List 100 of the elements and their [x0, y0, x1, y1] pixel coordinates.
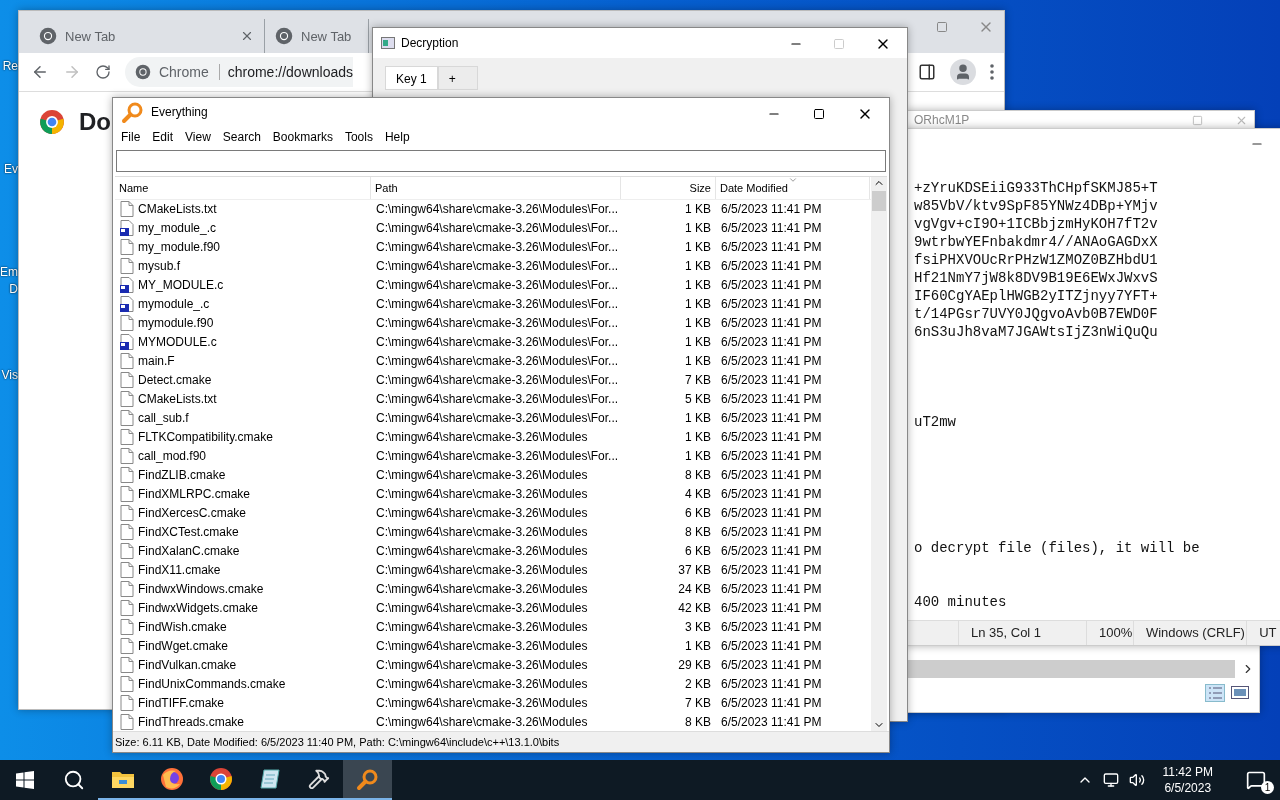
side-panel-icon	[918, 63, 936, 81]
address-bar[interactable]: Chrome chrome://downloads	[125, 57, 353, 87]
column-header[interactable]: Size	[621, 177, 716, 199]
file-name[interactable]: FindXercesC.cmake	[115, 505, 371, 521]
menu-item[interactable]: Bookmarks	[266, 130, 339, 144]
profile-icon[interactable]	[950, 59, 976, 85]
file-name[interactable]: FindXCTest.cmake	[115, 523, 371, 540]
file-name[interactable]: FindThreads.cmake	[115, 713, 371, 730]
file-name[interactable]: FindX11.cmake	[115, 561, 371, 578]
document-icon	[120, 523, 134, 540]
file-name[interactable]: CMakeLists.txt	[115, 201, 371, 218]
desktop-icon-label[interactable]: Vis	[1, 367, 18, 384]
date-modified: 6/5/2023 11:41 PM	[720, 411, 823, 426]
text-line: 400 minutes	[914, 593, 1008, 611]
date-modified: 6/5/2023 11:41 PM	[720, 430, 823, 445]
tab[interactable]: Key 1	[385, 66, 438, 90]
file-size: 8 KB	[684, 714, 712, 729]
file-path: C:\mingw64\share\cmake-3.26\Modules\For...	[375, 392, 620, 407]
file-name[interactable]: CMakeLists.txt	[115, 391, 371, 408]
file-size: 42 KB	[677, 600, 712, 615]
file-name[interactable]: FindTIFF.cmake	[115, 694, 371, 711]
date-modified: 6/5/2023 11:41 PM	[720, 657, 823, 672]
file-name[interactable]: mysub.f	[115, 258, 371, 275]
file-name[interactable]: main.F	[115, 353, 371, 370]
file-name[interactable]: call_sub.f	[115, 410, 371, 427]
menu-item[interactable]: Edit	[146, 130, 180, 144]
file-name[interactable]: FindwxWidgets.cmake	[115, 599, 371, 616]
text-line: 9wtrbwYEFnbakdmr4//ANAoGAGDxX	[914, 233, 1159, 251]
file-name[interactable]: mymodule.f90	[115, 315, 371, 332]
file-name[interactable]: FindXalanC.cmake	[115, 542, 371, 559]
menu-item[interactable]: File	[115, 130, 147, 144]
forward-icon	[63, 63, 81, 81]
search-field[interactable]	[116, 150, 886, 172]
date-modified: 6/5/2023 11:41 PM	[720, 600, 823, 615]
file-name[interactable]: Detect.cmake	[115, 372, 371, 389]
hammer-icon	[307, 768, 330, 790]
file-size: 1 KB	[684, 430, 712, 445]
sort-icon	[788, 177, 798, 185]
file-name[interactable]: call_mod.f90	[115, 448, 371, 465]
clock[interactable]: 11:42 PM 6/5/2023	[1154, 764, 1221, 796]
file-size: 3 KB	[684, 619, 712, 634]
menu-icon[interactable]	[990, 64, 994, 80]
file-path: C:\mingw64\share\cmake-3.26\Modules	[375, 619, 589, 634]
status-text: 100%	[1085, 621, 1133, 645]
file-name[interactable]: FindVulkan.cmake	[115, 656, 371, 673]
chrome-logo-icon	[39, 27, 57, 45]
chrome-logo-icon	[208, 767, 233, 791]
date-modified: 6/5/2023 11:41 PM	[720, 714, 823, 729]
document-icon	[120, 467, 134, 484]
file-name[interactable]: my_module.f90	[115, 239, 371, 256]
file-size: 1 KB	[684, 202, 712, 217]
file-path: C:\mingw64\share\cmake-3.26\Modules	[375, 562, 589, 577]
document-icon	[120, 315, 134, 332]
file-name[interactable]: FindZLIB.cmake	[115, 467, 371, 484]
file-name[interactable]: mymodule_.c	[115, 296, 371, 313]
document-icon	[120, 372, 134, 389]
file-path: C:\mingw64\share\cmake-3.26\Modules\For...	[375, 297, 620, 312]
file-size: 5 KB	[684, 392, 712, 407]
source-file-icon	[120, 220, 134, 237]
column-header[interactable]: Date Modified	[716, 177, 870, 199]
date-modified: 6/5/2023 11:41 PM	[720, 581, 823, 596]
file-name[interactable]: FindWget.cmake	[115, 637, 371, 654]
file-name[interactable]: MYMODULE.c	[115, 334, 371, 351]
scrollbar-thumb[interactable]	[872, 191, 886, 211]
file-name[interactable]: FindWish.cmake	[115, 618, 371, 635]
file-size: 29 KB	[677, 657, 712, 672]
window-title: ORhcM1P	[914, 113, 970, 127]
file-name[interactable]: FLTKCompatibility.cmake	[115, 429, 371, 446]
text-line: fsiPHXVOUcRrPHzW1ZMOZ0BZHbdU1	[914, 251, 1159, 269]
file-path: C:\mingw64\share\cmake-3.26\Modules	[375, 714, 589, 729]
file-path: C:\mingw64\share\cmake-3.26\Modules\For...	[375, 316, 620, 331]
column-header[interactable]: Name	[115, 177, 371, 199]
vertical-scrollbar[interactable]	[871, 177, 887, 731]
column-header[interactable]: Path	[371, 177, 621, 199]
file-name[interactable]: MY_MODULE.c	[115, 277, 371, 294]
magnifier-icon	[355, 767, 380, 791]
text-line: w85VbV/ktv9SpF85YNWz4DBp+YMjv	[914, 197, 1159, 215]
document-icon	[120, 561, 134, 578]
file-size: 1 KB	[684, 335, 712, 350]
notification-button[interactable]: 1	[1231, 760, 1280, 800]
document-icon	[120, 448, 134, 465]
file-name[interactable]: FindUnixCommands.cmake	[115, 675, 371, 692]
document-icon	[120, 258, 134, 275]
desktop-icon-label[interactable]: Ev	[4, 161, 18, 178]
file-name[interactable]: FindwxWindows.cmake	[115, 580, 371, 597]
preview-view-icon[interactable]	[1231, 684, 1249, 700]
document-icon	[120, 201, 134, 218]
menu-item[interactable]: View	[179, 130, 217, 144]
status-text: Ln 35, Col 1	[958, 621, 1086, 645]
menu-item[interactable]: Tools	[338, 130, 379, 144]
file-name[interactable]: my_module_.c	[115, 220, 371, 237]
menu-item[interactable]: Search	[216, 130, 267, 144]
file-name[interactable]: FindXMLRPC.cmake	[115, 486, 371, 502]
windows-logo-icon	[15, 771, 34, 789]
file-size: 4 KB	[684, 487, 712, 501]
date-modified: 6/5/2023 11:41 PM	[720, 297, 823, 312]
document-icon	[120, 618, 134, 635]
date-modified: 6/5/2023 11:41 PM	[720, 316, 823, 331]
menu-item[interactable]: Help	[378, 130, 416, 144]
tab[interactable]: +	[437, 66, 478, 90]
